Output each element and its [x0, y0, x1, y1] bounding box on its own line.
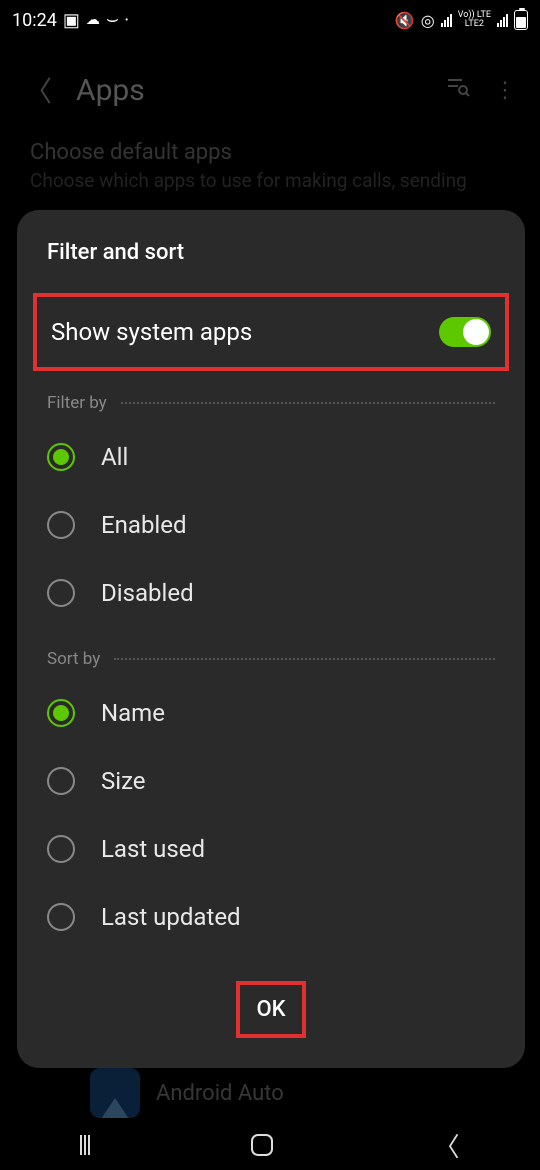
filter-option-all[interactable]: All — [47, 423, 495, 491]
mute-icon: 🔇 — [395, 11, 415, 30]
radio-icon — [47, 511, 75, 539]
filter-by-label: Filter by — [47, 393, 107, 413]
dialog-title: Filter and sort — [47, 240, 495, 265]
battery-icon — [514, 10, 528, 30]
radio-icon — [47, 699, 75, 727]
navigation-bar: 〈 — [0, 1120, 540, 1170]
divider — [121, 402, 495, 404]
radio-label: Size — [101, 767, 146, 795]
show-system-apps-row[interactable]: Show system apps — [33, 293, 509, 371]
back-icon[interactable]: 〈 — [24, 70, 52, 110]
status-bar: 10:24 ▣ ☁ ⌣ • 🔇 ◎ Vo)) LTELTE2 — [0, 0, 540, 40]
show-system-apps-label: Show system apps — [51, 318, 252, 346]
toggle-handle — [463, 319, 489, 345]
radio-label: Disabled — [101, 579, 194, 607]
section-subtitle: Choose default apps — [0, 110, 540, 165]
radio-label: All — [101, 443, 128, 471]
section-description: Choose which apps to use for making call… — [0, 165, 540, 192]
sort-option-size[interactable]: Size — [47, 747, 495, 815]
gallery-icon: ▣ — [63, 10, 80, 31]
app-list-item[interactable]: Android Auto — [90, 1068, 284, 1118]
app-name: Android Auto — [156, 1081, 284, 1106]
clock: 10:24 — [12, 10, 57, 31]
weather-icon: ☁ — [86, 12, 100, 28]
filter-sort-dialog: Filter and sort Show system apps Filter … — [17, 210, 525, 1068]
sort-option-name[interactable]: Name — [47, 679, 495, 747]
recents-button[interactable] — [80, 1135, 90, 1155]
home-button[interactable] — [251, 1134, 273, 1156]
search-icon[interactable] — [446, 75, 470, 105]
page-title: Apps — [76, 73, 422, 108]
status-right: 🔇 ◎ Vo)) LTELTE2 — [395, 10, 528, 30]
page-header: 〈 Apps ⋮ — [0, 40, 540, 110]
dialog-actions: OK — [47, 981, 495, 1038]
sort-by-header: Sort by — [47, 649, 495, 669]
sort-option-last-updated[interactable]: Last updated — [47, 883, 495, 951]
more-icon[interactable]: ⋮ — [494, 78, 516, 103]
signal-icon-2 — [497, 13, 508, 27]
radio-icon — [47, 835, 75, 863]
filter-option-enabled[interactable]: Enabled — [47, 491, 495, 559]
radio-icon — [47, 767, 75, 795]
network-label: Vo)) LTELTE2 — [458, 11, 491, 29]
radio-icon — [47, 443, 75, 471]
signal-icon-1 — [441, 13, 452, 27]
sort-option-last-used[interactable]: Last used — [47, 815, 495, 883]
status-left: 10:24 ▣ ☁ ⌣ • — [12, 8, 128, 32]
radio-label: Last used — [101, 835, 205, 863]
notification-dot-icon: ⌣ — [106, 6, 119, 30]
radio-label: Last updated — [101, 903, 241, 931]
hotspot-icon: ◎ — [421, 11, 435, 30]
radio-label: Name — [101, 699, 165, 727]
radio-label: Enabled — [101, 511, 187, 539]
divider — [114, 658, 495, 660]
show-system-apps-toggle[interactable] — [439, 317, 491, 347]
sort-by-label: Sort by — [47, 649, 100, 669]
back-button[interactable]: 〈 — [434, 1127, 460, 1164]
radio-icon — [47, 579, 75, 607]
filter-option-disabled[interactable]: Disabled — [47, 559, 495, 627]
radio-icon — [47, 903, 75, 931]
filter-by-header: Filter by — [47, 393, 495, 413]
ok-button[interactable]: OK — [236, 981, 305, 1038]
android-auto-icon — [90, 1068, 140, 1118]
more-notifications-icon: • — [125, 15, 128, 26]
